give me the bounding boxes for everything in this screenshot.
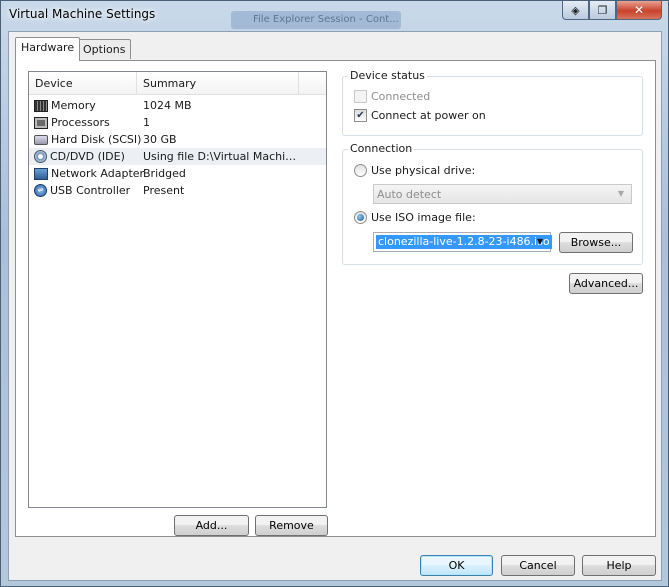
connected-label: Connected xyxy=(371,90,431,103)
processor-icon xyxy=(34,116,48,129)
caption-buttons: ◈ ❐ ✕ xyxy=(562,1,662,20)
connection-title: Connection xyxy=(348,142,415,155)
iso-file-value: clonezilla-live-1.2.8-23-i486.iso xyxy=(376,235,552,249)
remove-button[interactable]: Remove xyxy=(255,515,328,536)
restore-caption-button[interactable]: ❐ xyxy=(589,1,616,20)
help-caption-button[interactable]: ◈ xyxy=(562,1,589,20)
background-window-title: File Explorer Session - Cont... xyxy=(231,11,401,29)
radio-unselected-icon xyxy=(354,164,367,177)
iso-file-combobox[interactable]: clonezilla-live-1.2.8-23-i486.iso ▼ xyxy=(373,232,552,252)
cd-dvd-icon xyxy=(34,150,47,163)
device-row-usb-controller[interactable]: ⇌ USB Controller Present xyxy=(29,182,326,199)
device-summary: 1024 MB xyxy=(143,99,192,112)
network-adapter-icon xyxy=(34,167,48,180)
device-status-title: Device status xyxy=(348,69,427,82)
connect-at-power-on-checkbox[interactable]: ✔ Connect at power on xyxy=(354,109,486,122)
browse-button[interactable]: Browse... xyxy=(559,232,633,253)
settings-window: Virtual Machine Settings File Explorer S… xyxy=(0,0,669,587)
column-header-spacer xyxy=(299,72,326,94)
device-summary: 30 GB xyxy=(143,133,177,146)
add-button[interactable]: Add... xyxy=(174,515,249,536)
help-caption-icon: ◈ xyxy=(571,3,580,17)
connected-checkbox[interactable]: Connected xyxy=(354,90,430,103)
use-physical-drive-radio[interactable]: Use physical drive: xyxy=(354,164,475,177)
checkmark-icon: ✔ xyxy=(354,109,367,122)
tab-options[interactable]: Options xyxy=(77,39,132,59)
device-row-network-adapter[interactable]: Network Adapter Bridged xyxy=(29,165,326,182)
title-bar[interactable]: Virtual Machine Settings File Explorer S… xyxy=(1,1,668,31)
device-row-hard-disk[interactable]: Hard Disk (SCSI) 30 GB xyxy=(29,131,326,148)
device-name: Processors xyxy=(51,116,110,129)
chevron-down-icon: ▼ xyxy=(536,237,544,246)
device-summary: 1 xyxy=(143,116,150,129)
close-button[interactable]: ✕ xyxy=(616,1,662,20)
use-physical-drive-label: Use physical drive: xyxy=(371,164,476,177)
physical-drive-value: Auto detect xyxy=(377,188,442,201)
close-icon: ✕ xyxy=(633,3,645,17)
device-row-processors[interactable]: Processors 1 xyxy=(29,114,326,131)
device-list[interactable]: Device Summary Memory 1024 MB Processors… xyxy=(28,71,327,508)
device-name: Network Adapter xyxy=(51,167,145,180)
device-row-memory[interactable]: Memory 1024 MB xyxy=(29,97,326,114)
radio-selected-icon xyxy=(354,211,367,224)
hardware-tab-panel: Device Summary Memory 1024 MB Processors… xyxy=(15,60,656,537)
column-header-summary[interactable]: Summary xyxy=(137,72,299,94)
device-list-header: Device Summary xyxy=(29,72,326,95)
help-button[interactable]: Help xyxy=(582,555,656,576)
physical-drive-dropdown[interactable]: Auto detect ▼ xyxy=(373,184,632,204)
window-title: Virtual Machine Settings xyxy=(9,7,156,21)
usb-controller-icon: ⇌ xyxy=(34,184,47,197)
ok-button[interactable]: OK xyxy=(420,555,493,576)
connection-group: Connection Use physical drive: Auto dete… xyxy=(342,142,643,265)
hard-disk-icon xyxy=(34,134,48,145)
tab-hardware[interactable]: Hardware xyxy=(15,37,81,61)
use-iso-image-label: Use ISO image file: xyxy=(371,211,476,224)
chevron-down-icon: ▼ xyxy=(617,189,625,198)
device-summary: Present xyxy=(143,184,185,197)
column-header-device[interactable]: Device xyxy=(29,72,137,94)
cancel-button[interactable]: Cancel xyxy=(501,555,575,576)
device-summary: Using file D:\Virtual Machines... xyxy=(143,150,303,163)
advanced-button[interactable]: Advanced... xyxy=(569,273,643,294)
dialog-client-area: Hardware Options Device Summary Memory 1… xyxy=(8,31,662,581)
device-status-group: Device status Connected ✔ Connect at pow… xyxy=(342,69,643,136)
use-iso-image-radio[interactable]: Use ISO image file: xyxy=(354,211,476,224)
device-summary: Bridged xyxy=(143,167,186,180)
memory-icon xyxy=(34,99,48,112)
connect-at-power-on-label: Connect at power on xyxy=(371,109,486,122)
restore-icon: ❐ xyxy=(597,3,608,17)
device-row-cd-dvd[interactable]: CD/DVD (IDE) Using file D:\Virtual Machi… xyxy=(29,148,326,165)
device-name: Memory xyxy=(51,99,96,112)
connected-checkbox-box xyxy=(354,90,367,103)
device-name: Hard Disk (SCSI) xyxy=(51,133,142,146)
device-name: CD/DVD (IDE) xyxy=(50,150,125,163)
device-name: USB Controller xyxy=(50,184,131,197)
